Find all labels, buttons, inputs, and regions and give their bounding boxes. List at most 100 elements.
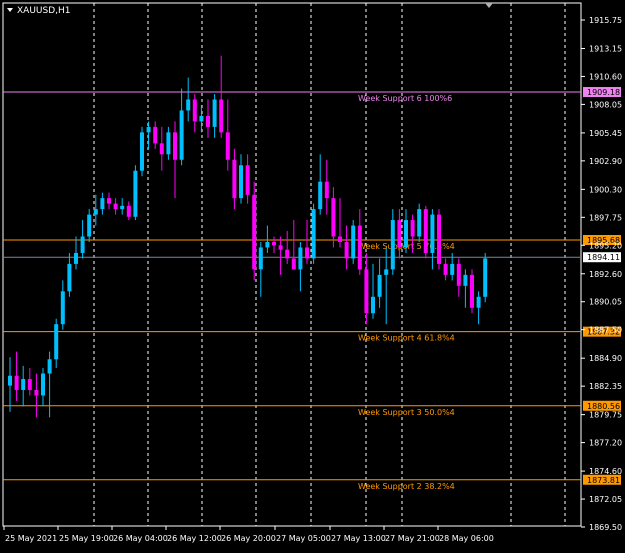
shift-marker-triangle-down-icon[interactable] [485,3,493,8]
candle-body [364,269,369,314]
candle-body [338,236,342,242]
candle-body [113,203,118,210]
price-tick-label: 1900.30 [589,185,622,194]
candle [437,209,441,270]
candle [47,351,52,418]
grid [93,3,566,526]
support-levels: Week Support 6 100%6 1909.18 Week Support … [3,87,621,491]
price-tick-label: 1882.35 [589,382,622,391]
candle [404,209,408,253]
candle-body [456,263,461,286]
candle [463,269,468,308]
candle-body [21,379,26,390]
candle-body [324,181,329,199]
candle [371,263,375,319]
candle [476,291,481,325]
candle [456,258,461,297]
candle-body [423,209,428,253]
candle [245,154,250,204]
candle-body [120,205,125,210]
candle-body [133,170,138,217]
candle [113,198,118,215]
price-tick-label: 1877.20 [589,439,622,448]
price-tick-label: 1869.50 [589,523,622,532]
candle-body [186,99,191,111]
candle [397,209,402,259]
candle [272,236,276,253]
time-tick-label: 26 May 12:00 [167,534,222,543]
price-tick-label: 1884.90 [589,354,622,363]
candle-body [265,241,270,248]
candle [338,198,342,248]
candle [483,252,488,303]
candle [21,365,26,407]
candle-body [41,373,45,396]
price-tick-label: 1905.45 [589,129,622,138]
candle [54,318,59,369]
candle [120,198,125,215]
triangle-down-icon[interactable] [7,8,13,12]
candle-body [179,110,184,160]
candle-body [278,245,283,250]
candle [258,241,263,297]
support-label: Week Support 4 61.8%4 [358,334,455,343]
support-label: Week Support 2 38.2%4 [358,482,455,491]
candle-body [272,241,276,246]
time-tick-label: 26 May 20:00 [221,534,276,543]
price-tick-label: 1908.05 [589,100,622,109]
candle [364,252,369,325]
candle-body [74,252,78,264]
candle [34,373,39,418]
candle [384,247,389,325]
candle [153,121,158,149]
candle-body [371,296,375,314]
candle-body [437,214,441,264]
candle-body [34,389,39,396]
candle-body [80,236,85,253]
candle-body [14,375,19,390]
candle-body [153,126,158,144]
candle-body [377,274,382,297]
candle-body [410,220,415,237]
candle-body [166,132,171,155]
candle [107,192,111,210]
time-tick-label: 27 May 13:00 [331,534,386,543]
candle-body [305,247,309,259]
candle-body [54,324,59,360]
symbol-title: XAUUSD,H1 [17,6,71,16]
price-tick-label: 1872.05 [589,495,622,504]
candle-body [8,375,12,386]
candle-body [192,99,197,122]
candle-body [258,247,263,270]
candle-body [476,296,481,308]
candle [14,351,19,401]
candle [133,165,138,221]
candle-body [245,165,250,195]
candle [265,225,270,253]
time-tick-label: 28 May 06:00 [439,534,494,543]
candle-body [93,209,98,215]
candle-body [140,132,144,171]
candle [74,236,78,270]
price-chart[interactable]: Week Support 6 100%6 1909.18 Week Support … [0,0,625,549]
candle [344,225,349,270]
candle [470,269,474,314]
candle-body [450,263,455,275]
candle-body [146,126,151,133]
candle [199,104,204,133]
candle-body [212,99,217,127]
candle [146,121,151,149]
candle-body [225,132,230,160]
candle-body [173,132,177,160]
chart-window[interactable]: Week Support 6 100%6 1909.18 Week Support … [0,0,625,549]
candle [179,88,184,166]
candle-body [252,194,257,270]
candle-body [219,99,224,133]
support-price-label: 1909.18 [587,88,620,97]
candle [351,220,356,264]
price-tick-label: 1890.05 [589,298,622,307]
candle [186,77,191,122]
candle-body [390,220,395,270]
price-tick-label: 1910.60 [589,72,622,81]
candle [390,209,395,275]
